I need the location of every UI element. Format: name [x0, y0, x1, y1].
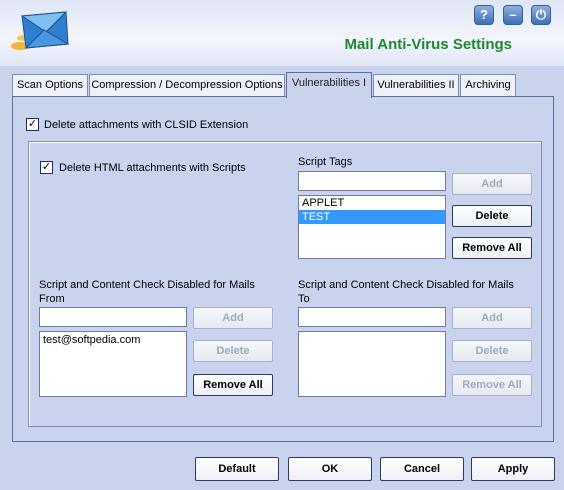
- script-tag-input[interactable]: [298, 171, 446, 191]
- to-email-list[interactable]: [298, 331, 446, 397]
- default-button[interactable]: Default: [195, 457, 279, 481]
- tab-scan-options[interactable]: Scan Options: [12, 74, 88, 96]
- list-item[interactable]: TEST: [299, 210, 445, 224]
- to-email-input[interactable]: [298, 307, 446, 327]
- ok-button[interactable]: OK: [288, 457, 372, 481]
- to-group-label: Script and Content Check Disabled for Ma…: [298, 279, 514, 291]
- to-delete-button[interactable]: Delete: [452, 340, 532, 362]
- tab-archiving[interactable]: Archiving: [460, 74, 516, 96]
- apply-button[interactable]: Apply: [471, 457, 555, 481]
- from-add-button[interactable]: Add: [193, 307, 273, 329]
- to-remove-all-button[interactable]: Remove All: [452, 374, 532, 396]
- from-group-label-line2: From: [39, 293, 65, 305]
- from-delete-button[interactable]: Delete: [193, 340, 273, 362]
- to-group-label-line2: To: [298, 293, 310, 305]
- from-remove-all-button[interactable]: Remove All: [193, 374, 273, 396]
- clsid-label: Delete attachments with CLSID Extension: [44, 119, 249, 131]
- from-email-input[interactable]: [39, 307, 187, 327]
- cancel-button[interactable]: Cancel: [380, 457, 464, 481]
- script-tags-delete-button[interactable]: Delete: [452, 205, 532, 227]
- list-item[interactable]: APPLET: [299, 196, 445, 210]
- clsid-checkbox[interactable]: ✓: [26, 118, 39, 131]
- html-scripts-checkbox[interactable]: ✓: [40, 161, 53, 174]
- help-icon[interactable]: ?: [474, 5, 494, 25]
- script-tags-list[interactable]: APPLET TEST: [298, 195, 446, 259]
- minimize-icon[interactable]: –: [503, 5, 523, 25]
- mail-envelope-icon: [11, 11, 70, 50]
- list-item[interactable]: test@softpedia.com: [40, 333, 186, 347]
- script-tags-remove-all-button[interactable]: Remove All: [452, 237, 532, 259]
- tab-vulnerabilities-1[interactable]: Vulnerabilities I: [286, 72, 372, 98]
- script-tags-add-button[interactable]: Add: [452, 173, 532, 195]
- to-add-button[interactable]: Add: [452, 307, 532, 329]
- tab-vulnerabilities-2[interactable]: Vulnerabilities II: [373, 74, 459, 96]
- script-tags-label: Script Tags: [298, 156, 353, 168]
- from-email-list[interactable]: test@softpedia.com: [39, 331, 187, 397]
- window-title: Mail Anti-Virus Settings: [344, 36, 512, 53]
- from-group-label: Script and Content Check Disabled for Ma…: [39, 279, 255, 291]
- html-scripts-label: Delete HTML attachments with Scripts: [59, 162, 246, 174]
- tab-compression[interactable]: Compression / Decompression Options: [89, 74, 285, 96]
- power-icon[interactable]: ⏻: [531, 5, 551, 25]
- header-bar: ? – ⏻ Mail Anti-Virus Settings: [0, 0, 564, 66]
